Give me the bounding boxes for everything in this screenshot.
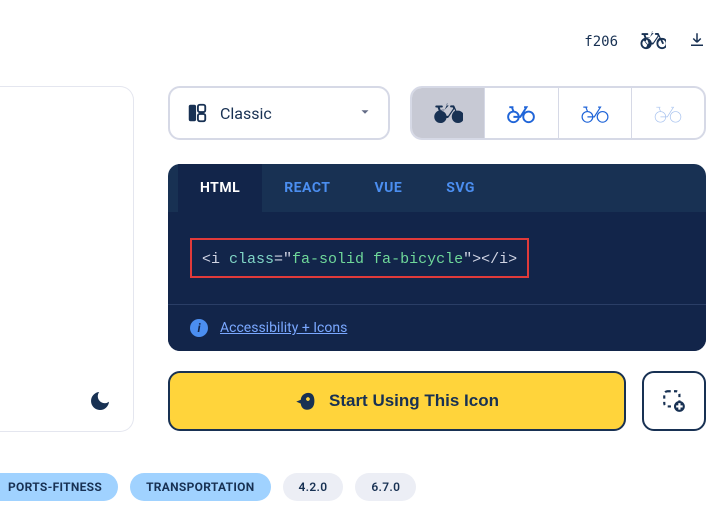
bicycle-icon (580, 102, 610, 124)
style-dropdown[interactable]: Classic (168, 86, 390, 140)
tab-html[interactable]: HTML (178, 164, 262, 212)
cta-label: Start Using This Icon (329, 391, 499, 411)
tag-version-6[interactable]: 6.7.0 (355, 473, 416, 501)
variant-thin[interactable] (631, 88, 704, 138)
variant-solid[interactable] (412, 88, 484, 138)
add-to-collection-button[interactable] (642, 371, 706, 431)
tag-transportation[interactable]: TRANSPORTATION (130, 473, 270, 501)
preview-panel (0, 86, 134, 432)
style-swatch-icon (186, 102, 208, 124)
accessibility-link[interactable]: Accessibility + Icons (220, 320, 347, 336)
style-variant-group (410, 86, 706, 140)
rocket-icon (295, 390, 317, 412)
code-panel: HTML REACT VUE SVG <i class="fa-solid fa… (168, 164, 706, 351)
collection-add-icon (661, 388, 687, 414)
bicycle-icon (653, 102, 683, 124)
moon-icon[interactable] (88, 389, 112, 413)
bicycle-icon (640, 30, 666, 54)
chevron-down-icon (358, 104, 372, 123)
code-snippet-highlight: <i class="fa-solid fa-bicycle"></i> (190, 238, 529, 278)
tag-version-4[interactable]: 4.2.0 (283, 473, 344, 501)
unicode-codepoint[interactable]: f206 (584, 34, 618, 50)
style-dropdown-label: Classic (220, 104, 272, 123)
tag-sports-fitness[interactable]: PORTS-FITNESS (0, 473, 118, 501)
code-snippet[interactable]: <i class="fa-solid fa-bicycle"></i> (202, 251, 517, 268)
tab-react[interactable]: REACT (262, 164, 352, 212)
bicycle-icon (506, 102, 536, 124)
bicycle-icon (433, 102, 463, 124)
variant-regular[interactable] (484, 88, 557, 138)
download-icon[interactable] (688, 31, 706, 53)
start-using-button[interactable]: Start Using This Icon (168, 371, 626, 431)
tab-vue[interactable]: VUE (352, 164, 424, 212)
tab-svg[interactable]: SVG (424, 164, 497, 212)
info-icon: i (190, 319, 208, 337)
variant-light[interactable] (558, 88, 631, 138)
